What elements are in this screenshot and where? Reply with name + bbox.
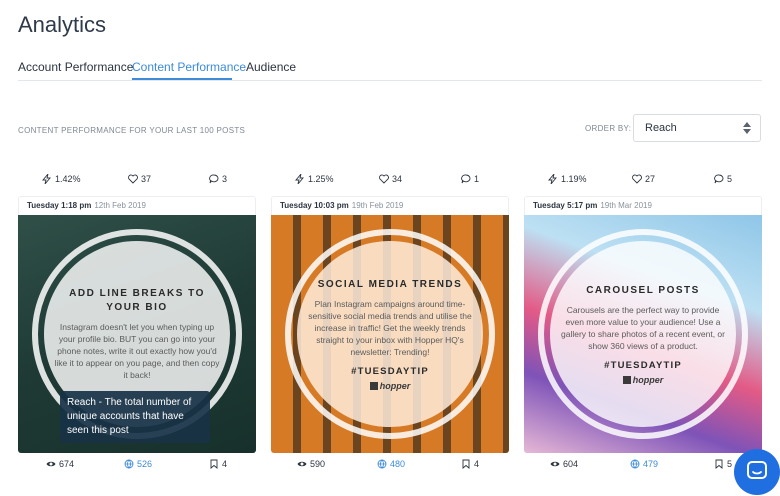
saves-count: 5 bbox=[727, 459, 733, 469]
post-image[interactable]: CAROUSEL POSTS Carousels are the perfect… bbox=[524, 215, 762, 453]
bookmark-icon bbox=[462, 459, 470, 469]
post-bottom-stats: 590 480 4 bbox=[271, 459, 509, 473]
saves-count: 4 bbox=[474, 459, 480, 469]
bolt-icon bbox=[42, 174, 51, 184]
post-image-title: ADD LINE BREAKS TO YOUR BIO bbox=[69, 288, 205, 313]
analytics-page: Analytics Account Performance Content Pe… bbox=[0, 0, 780, 496]
post-top-stats: 1.25% 34 1 bbox=[271, 174, 509, 188]
post-image-body: Carousels are the perfect way to provide… bbox=[561, 304, 725, 351]
post-top-stats: 1.19% 27 5 bbox=[524, 174, 762, 188]
comment-icon bbox=[209, 174, 219, 184]
views-count: 674 bbox=[59, 459, 75, 469]
tab-content-performance[interactable]: Content Performance bbox=[132, 60, 246, 74]
post-day-time: Tuesday 10:03 pm bbox=[280, 201, 349, 210]
post-date: 19th Feb 2019 bbox=[351, 201, 404, 210]
comment-icon bbox=[461, 174, 471, 184]
eye-icon bbox=[550, 461, 560, 467]
hopper-logo-text: hopper bbox=[632, 374, 664, 385]
reach-tooltip: Reach - The total number of unique accou… bbox=[60, 391, 210, 443]
tab-account-performance[interactable]: Account Performance bbox=[18, 60, 133, 74]
post-top-stats: 1.42% 37 3 bbox=[18, 174, 256, 188]
order-by-label: ORDER BY: bbox=[585, 124, 632, 133]
order-by-select[interactable]: Reach bbox=[633, 114, 761, 142]
hopper-logo-icon bbox=[369, 381, 378, 390]
post-image-title: CAROUSEL POSTS bbox=[586, 284, 700, 296]
hopper-logo: hopper bbox=[369, 380, 411, 391]
section-subtitle: CONTENT PERFORMANCE FOR YOUR LAST 100 PO… bbox=[18, 126, 246, 135]
comment-icon bbox=[714, 174, 724, 184]
saves-count: 4 bbox=[222, 459, 228, 469]
post-image[interactable]: SOCIAL MEDIA TRENDS Plan Instagram campa… bbox=[271, 215, 509, 453]
post-date: 19th Mar 2019 bbox=[600, 201, 652, 210]
globe-icon bbox=[630, 459, 640, 469]
likes-count: 34 bbox=[392, 174, 403, 184]
post-card[interactable]: 1.19% 27 5 Tuesday 5:17 pm 19th Mar 2019 … bbox=[524, 170, 762, 476]
eye-icon bbox=[46, 461, 56, 467]
hopper-logo-text: hopper bbox=[379, 380, 411, 391]
likes-count: 27 bbox=[645, 174, 656, 184]
post-day-time: Tuesday 1:18 pm bbox=[27, 201, 92, 210]
comments-count: 3 bbox=[222, 174, 228, 184]
order-by-value: Reach bbox=[645, 122, 677, 134]
heart-icon bbox=[379, 174, 389, 184]
bookmark-icon bbox=[715, 459, 723, 469]
post-day-time: Tuesday 5:17 pm bbox=[533, 201, 598, 210]
post-date: 12th Feb 2019 bbox=[94, 201, 146, 210]
comments-count: 5 bbox=[727, 174, 733, 184]
post-image-title: SOCIAL MEDIA TRENDS bbox=[317, 278, 463, 290]
globe-icon bbox=[377, 459, 387, 469]
post-date-header: Tuesday 5:17 pm 19th Mar 2019 bbox=[524, 196, 762, 215]
page-title: Analytics bbox=[18, 12, 107, 37]
tab-bar: Account Performance Content Performance … bbox=[18, 58, 762, 81]
sort-arrows-icon bbox=[743, 122, 751, 134]
likes-count: 37 bbox=[141, 174, 152, 184]
post-bottom-stats: 674 526 4 bbox=[18, 459, 256, 473]
post-date-header: Tuesday 10:03 pm 19th Feb 2019 bbox=[271, 196, 509, 215]
heart-icon bbox=[632, 174, 642, 184]
post-image-hashtag: #TUESDAYTIP bbox=[604, 359, 682, 371]
engagement-rate: 1.19% bbox=[561, 174, 587, 184]
engagement-rate: 1.42% bbox=[55, 174, 81, 184]
globe-icon bbox=[124, 459, 134, 469]
views-count: 590 bbox=[310, 459, 326, 469]
hopper-logo-icon bbox=[622, 375, 631, 384]
bolt-icon bbox=[548, 174, 557, 184]
bolt-icon bbox=[295, 174, 304, 184]
comments-count: 1 bbox=[474, 174, 480, 184]
chat-launcher-button[interactable] bbox=[734, 449, 780, 495]
post-date-header: Tuesday 1:18 pm 12th Feb 2019 bbox=[18, 196, 256, 215]
reach-count: 479 bbox=[643, 459, 659, 469]
post-bottom-stats: 604 479 5 bbox=[524, 459, 762, 473]
post-image-body: Instagram doesn't let you when typing up… bbox=[54, 322, 220, 380]
reach-count: 480 bbox=[390, 459, 406, 469]
post-card[interactable]: 1.25% 34 1 Tuesday 10:03 pm 19th Feb 2019… bbox=[271, 170, 509, 476]
post-image-content: CAROUSEL POSTS Carousels are the perfect… bbox=[550, 241, 736, 427]
bookmark-icon bbox=[210, 459, 218, 469]
post-image-content: SOCIAL MEDIA TRENDS Plan Instagram campa… bbox=[297, 241, 483, 427]
engagement-rate: 1.25% bbox=[308, 174, 334, 184]
heart-icon bbox=[128, 174, 138, 184]
reach-count: 526 bbox=[137, 459, 153, 469]
active-tab-indicator bbox=[132, 78, 232, 80]
hopper-logo: hopper bbox=[622, 374, 664, 385]
tab-audience[interactable]: Audience bbox=[246, 60, 296, 74]
post-image-hashtag: #TUESDAYTIP bbox=[351, 365, 429, 377]
post-image-body: Plan Instagram campaigns around time-sen… bbox=[308, 298, 472, 357]
views-count: 604 bbox=[563, 459, 579, 469]
chat-icon bbox=[747, 461, 767, 479]
eye-icon bbox=[297, 461, 307, 467]
